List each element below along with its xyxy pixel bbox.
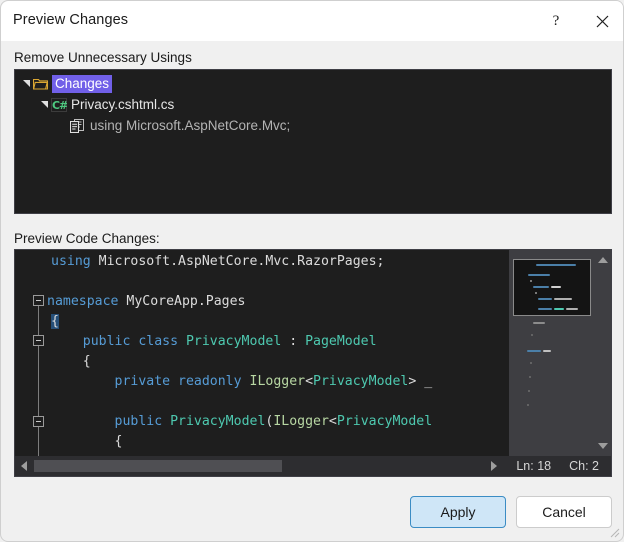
code-line: { [51,314,59,329]
minimap-line [527,350,541,352]
minimap-line [538,298,552,300]
close-button[interactable] [579,1,623,41]
page-title: Preview Changes [13,12,129,28]
status-line-number: Ln: 18 [516,459,552,473]
horizontal-scrollbar-row[interactable]: Ln: 18 Ch: 2 [15,456,611,476]
horizontal-scroll-thumb[interactable] [34,460,282,472]
minimap-line [533,286,549,288]
svg-text:#: # [59,99,67,112]
tree-item-label: using Microsoft.AspNetCore.Mvc; [90,118,291,133]
minimap-line [554,298,572,300]
code-editor-surface[interactable]: using Microsoft.AspNetCore.Mvc.RazorPage… [15,250,510,456]
code-line: public PrivacyModel(ILogger<PrivacyModel [114,414,433,429]
triangle-up-icon [598,257,608,263]
scroll-left-button[interactable] [15,456,32,476]
code-text[interactable]: using Microsoft.AspNetCore.Mvc.RazorPage… [15,250,432,456]
help-button[interactable]: ? [533,1,579,41]
horizontal-scroll-track[interactable] [32,456,482,476]
minimap-line [528,274,550,276]
resize-grip-icon[interactable] [608,526,620,538]
triangle-down-icon [598,443,608,449]
using-statement-icon [69,118,86,133]
minimap-line [533,322,545,324]
minimap-line [543,350,551,352]
tree-item-file[interactable]: C # Privacy.cshtml.cs [15,94,611,115]
minimap-line [551,286,561,288]
changes-tree[interactable]: Changes C # Privacy.cshtml.cs [14,69,612,214]
title-bar: Preview Changes ? [1,1,623,41]
tree-item-label: Privacy.cshtml.cs [71,97,175,112]
minimap-line [530,362,532,364]
code-line: using Microsoft.AspNetCore.Mvc.RazorPage… [51,254,385,269]
minimap-line [554,308,564,310]
csharp-file-icon: C # [51,97,67,112]
code-line: private readonly ILogger<PrivacyModel> _ [114,374,433,389]
preview-changes-dialog: Preview Changes ? Remove Unnecessary Usi… [0,0,624,542]
code-section-label: Preview Code Changes: [14,231,160,246]
tree-item-label: Changes [52,74,113,93]
minimap-line [535,292,537,294]
minimap-line [530,280,532,282]
triangle-right-icon [491,461,498,471]
cancel-button[interactable]: Cancel [516,496,612,528]
minimap-line [566,308,578,310]
folder-icon [33,77,48,90]
minimap-viewport[interactable] [513,259,591,316]
chevron-expanded-icon[interactable] [19,77,33,91]
scroll-up-button[interactable] [595,252,611,268]
close-icon [596,15,608,27]
vertical-scrollbar[interactable] [595,250,611,456]
status-column-number: Ch: 2 [569,459,599,473]
scroll-right-button[interactable] [482,456,506,476]
code-line: public class PrivacyModel : PageModel [82,334,377,349]
minimap-line [527,404,529,406]
minimap-line [538,308,552,310]
code-preview-panel[interactable]: using Microsoft.AspNetCore.Mvc.RazorPage… [14,249,612,477]
tree-item-using[interactable]: using Microsoft.AspNetCore.Mvc; [15,115,611,136]
scroll-down-button[interactable] [595,438,611,454]
apply-button[interactable]: Apply [410,496,506,528]
code-line: namespace MyCoreApp.Pages [47,294,246,309]
triangle-left-icon [20,461,27,471]
chevron-expanded-icon[interactable] [37,98,51,112]
tree-item-changes[interactable]: Changes [15,73,611,94]
minimap-line [528,390,530,392]
minimap-line [529,376,531,378]
code-line: { [51,354,91,369]
minimap[interactable] [509,250,595,456]
minimap-overview [513,320,591,440]
tree-section-label: Remove Unnecessary Usings [14,50,192,65]
minimap-line [536,264,576,266]
minimap-line [531,334,533,336]
question-mark-icon: ? [552,12,560,29]
code-line: { [51,434,123,449]
